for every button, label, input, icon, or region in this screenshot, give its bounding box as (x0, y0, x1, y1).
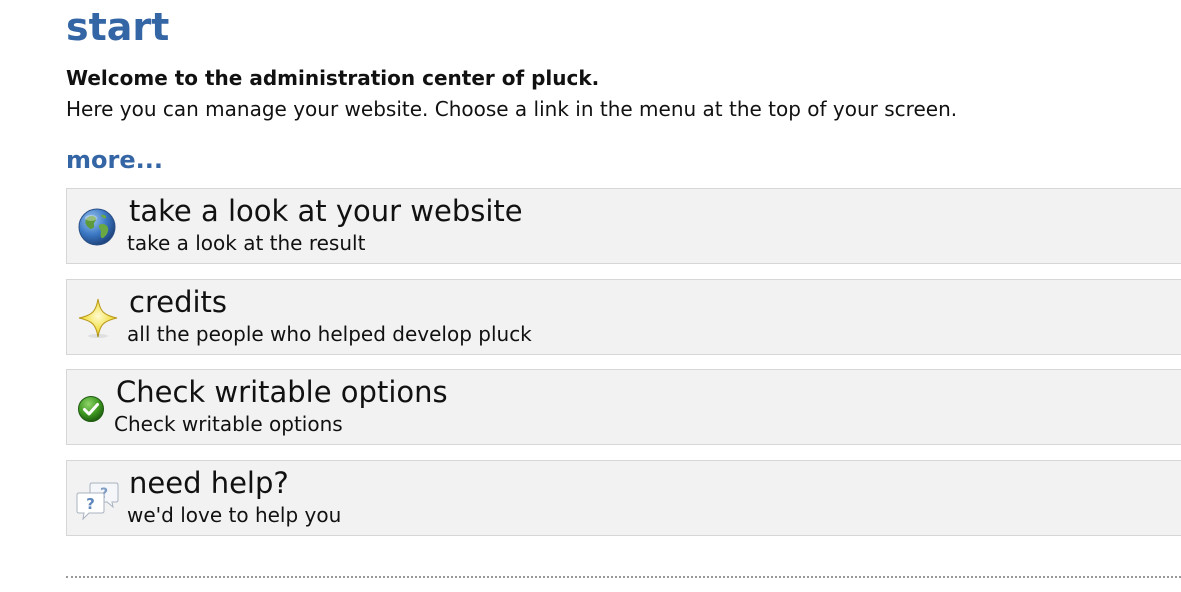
globe-icon (78, 208, 116, 246)
menu-item-subtitle: take a look at the result (127, 231, 366, 255)
menu-item-title: need help? (129, 466, 289, 500)
menu-item-credits[interactable]: credits all the people who helped develo… (66, 279, 1181, 355)
checkmark-icon (78, 396, 104, 422)
menu-item-view-website[interactable]: take a look at your website take a look … (66, 188, 1181, 264)
menu-item-title: Check writable options (116, 375, 448, 409)
welcome-text: Here you can manage your website. Choose… (66, 97, 958, 121)
admin-start-page: start Welcome to the administration cent… (0, 0, 1181, 592)
menu-item-subtitle: we'd love to help you (127, 503, 342, 527)
svg-text:?: ? (86, 495, 95, 513)
menu-item-check-writable[interactable]: Check writable options Check writable op… (66, 369, 1181, 445)
page-title: start (66, 5, 170, 49)
star-icon (78, 298, 118, 338)
menu-item-title: take a look at your website (129, 194, 523, 228)
menu-item-help[interactable]: ? ? need help? we'd love to help you (66, 460, 1181, 536)
footer-divider (66, 576, 1181, 578)
help-bubbles-icon: ? ? (76, 482, 119, 521)
menu-item-title: credits (129, 285, 228, 319)
menu-item-subtitle: all the people who helped develop pluck (127, 322, 532, 346)
menu-item-subtitle: Check writable options (114, 412, 343, 436)
welcome-heading: Welcome to the administration center of … (66, 66, 600, 90)
more-link[interactable]: more... (66, 145, 163, 175)
